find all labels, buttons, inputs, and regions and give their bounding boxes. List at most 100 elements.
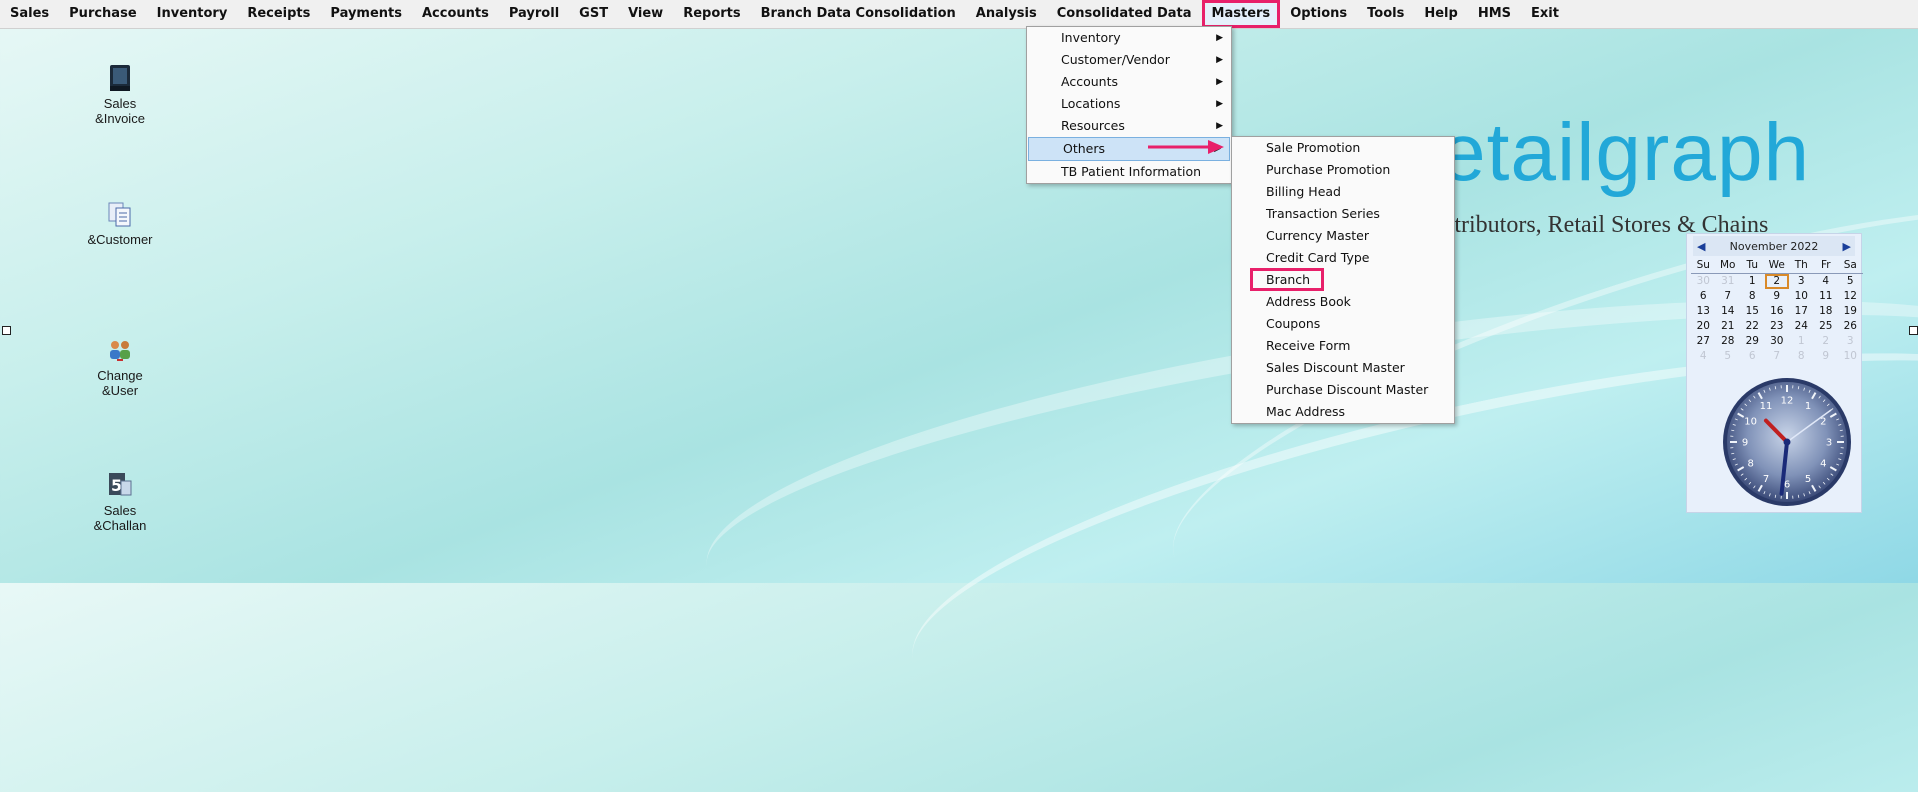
menu-sales[interactable]: Sales xyxy=(0,0,59,28)
calendar-day[interactable]: 4 xyxy=(1691,349,1716,364)
calendar-day[interactable]: 8 xyxy=(1740,289,1765,304)
others-item-purchase-discount-master[interactable]: Purchase Discount Master xyxy=(1232,379,1454,401)
menu-item-label: Transaction Series xyxy=(1266,206,1380,221)
menu-branch-data-consolidation[interactable]: Branch Data Consolidation xyxy=(751,0,966,28)
menu-hms[interactable]: HMS xyxy=(1468,0,1521,28)
calendar-day[interactable]: 25 xyxy=(1814,319,1839,334)
calendar-day[interactable]: 23 xyxy=(1765,319,1790,334)
clock-number: 7 xyxy=(1763,474,1769,485)
others-item-coupons[interactable]: Coupons xyxy=(1232,313,1454,335)
calendar-day[interactable]: 26 xyxy=(1838,319,1863,334)
calendar-day[interactable]: 17 xyxy=(1789,304,1814,319)
others-item-billing-head[interactable]: Billing Head xyxy=(1232,181,1454,203)
menu-payroll[interactable]: Payroll xyxy=(499,0,569,28)
desktop-icon-sales-challan[interactable]: 5 Sales &Challan xyxy=(70,471,170,533)
calendar-day[interactable]: 20 xyxy=(1691,319,1716,334)
calendar-month-label: November 2022 xyxy=(1730,240,1819,253)
masters-menu: Inventory▶Customer/Vendor▶Accounts▶Locat… xyxy=(1026,26,1232,184)
next-month-icon[interactable]: ▶ xyxy=(1839,240,1855,253)
calendar-day[interactable]: 2 xyxy=(1814,334,1839,349)
masters-item-resources[interactable]: Resources▶ xyxy=(1027,115,1231,137)
masters-item-tb-patient-information[interactable]: TB Patient Information xyxy=(1027,161,1231,183)
others-item-sale-promotion[interactable]: Sale Promotion xyxy=(1232,137,1454,159)
calendar-day[interactable]: 16 xyxy=(1765,304,1790,319)
desktop-icon-sales-invoice[interactable]: Sales &Invoice xyxy=(70,64,170,126)
menu-payments[interactable]: Payments xyxy=(320,0,412,28)
clock-number: 12 xyxy=(1781,396,1794,407)
menu-receipts[interactable]: Receipts xyxy=(237,0,320,28)
calendar-day[interactable]: 19 xyxy=(1838,304,1863,319)
calendar-day[interactable]: 30 xyxy=(1765,334,1790,349)
menu-inventory[interactable]: Inventory xyxy=(147,0,238,28)
calendar-day[interactable]: 10 xyxy=(1789,289,1814,304)
others-item-purchase-promotion[interactable]: Purchase Promotion xyxy=(1232,159,1454,181)
menu-help[interactable]: Help xyxy=(1414,0,1467,28)
desktop-icon-customer[interactable]: &Customer xyxy=(70,200,170,247)
calendar-day[interactable]: 6 xyxy=(1691,289,1716,304)
calendar-day[interactable]: 13 xyxy=(1691,304,1716,319)
calendar-day[interactable]: 18 xyxy=(1814,304,1839,319)
menu-tools[interactable]: Tools xyxy=(1357,0,1414,28)
calendar-day[interactable]: 1 xyxy=(1789,334,1814,349)
menu-analysis[interactable]: Analysis xyxy=(966,0,1047,28)
masters-item-inventory[interactable]: Inventory▶ xyxy=(1027,27,1231,49)
calendar-day[interactable]: 29 xyxy=(1740,334,1765,349)
others-item-address-book[interactable]: Address Book xyxy=(1232,291,1454,313)
calendar-day[interactable]: 10 xyxy=(1838,349,1863,364)
menu-options[interactable]: Options xyxy=(1280,0,1357,28)
menu-consolidated-data[interactable]: Consolidated Data xyxy=(1047,0,1202,28)
others-item-sales-discount-master[interactable]: Sales Discount Master xyxy=(1232,357,1454,379)
menu-exit[interactable]: Exit xyxy=(1521,0,1569,28)
calendar-day[interactable]: 21 xyxy=(1716,319,1741,334)
desktop-icon-label: Sales &Challan xyxy=(94,503,147,533)
resize-handle-left[interactable] xyxy=(2,326,11,335)
others-item-transaction-series[interactable]: Transaction Series xyxy=(1232,203,1454,225)
masters-item-locations[interactable]: Locations▶ xyxy=(1027,93,1231,115)
calendar-day[interactable]: 5 xyxy=(1716,349,1741,364)
calendar-day[interactable]: 22 xyxy=(1740,319,1765,334)
calendar-day-today[interactable]: 2 xyxy=(1765,274,1790,289)
calendar-day[interactable]: 5 xyxy=(1838,274,1863,289)
menu-item-label: TB Patient Information xyxy=(1061,164,1201,179)
prev-month-icon[interactable]: ◀ xyxy=(1693,240,1709,253)
calendar-day[interactable]: 30 xyxy=(1691,274,1716,289)
masters-item-customer-vendor[interactable]: Customer/Vendor▶ xyxy=(1027,49,1231,71)
calendar-day[interactable]: 31 xyxy=(1716,274,1741,289)
others-item-receive-form[interactable]: Receive Form xyxy=(1232,335,1454,357)
resize-handle-right[interactable] xyxy=(1909,326,1918,335)
menu-item-label: Purchase Discount Master xyxy=(1266,382,1428,397)
menu-gst[interactable]: GST xyxy=(569,0,618,28)
others-item-currency-master[interactable]: Currency Master xyxy=(1232,225,1454,247)
calendar-day[interactable]: 6 xyxy=(1740,349,1765,364)
others-item-branch[interactable]: Branch xyxy=(1232,269,1454,291)
calendar-day[interactable]: 4 xyxy=(1814,274,1839,289)
calendar-day[interactable]: 7 xyxy=(1716,289,1741,304)
calendar-day[interactable]: 15 xyxy=(1740,304,1765,319)
calendar-day[interactable]: 7 xyxy=(1765,349,1790,364)
menu-masters[interactable]: Masters xyxy=(1202,0,1281,28)
menu-purchase[interactable]: Purchase xyxy=(59,0,146,28)
others-item-credit-card-type[interactable]: Credit Card Type xyxy=(1232,247,1454,269)
masters-item-accounts[interactable]: Accounts▶ xyxy=(1027,71,1231,93)
desktop-icon-change-user[interactable]: Change &User xyxy=(70,336,170,398)
calendar-day[interactable]: 3 xyxy=(1838,334,1863,349)
calendar-day[interactable]: 24 xyxy=(1789,319,1814,334)
calendar-day[interactable]: 27 xyxy=(1691,334,1716,349)
calendar-day[interactable]: 1 xyxy=(1740,274,1765,289)
calendar-day[interactable]: 9 xyxy=(1765,289,1790,304)
calendar-day[interactable]: 3 xyxy=(1789,274,1814,289)
menu-accounts[interactable]: Accounts xyxy=(412,0,499,28)
menu-item-label: Credit Card Type xyxy=(1266,250,1370,265)
weekday-header: Sa xyxy=(1838,258,1863,274)
calendar-day[interactable]: 9 xyxy=(1814,349,1839,364)
others-item-mac-address[interactable]: Mac Address xyxy=(1232,401,1454,423)
menu-view[interactable]: View xyxy=(618,0,673,28)
calendar-day[interactable]: 14 xyxy=(1716,304,1741,319)
calendar-day[interactable]: 12 xyxy=(1838,289,1863,304)
calendar-day[interactable]: 28 xyxy=(1716,334,1741,349)
clock-number: 9 xyxy=(1742,438,1748,449)
calendar-day[interactable]: 11 xyxy=(1814,289,1839,304)
menu-reports[interactable]: Reports xyxy=(673,0,750,28)
desktop-icon-label: Sales &Invoice xyxy=(95,96,145,126)
calendar-day[interactable]: 8 xyxy=(1789,349,1814,364)
